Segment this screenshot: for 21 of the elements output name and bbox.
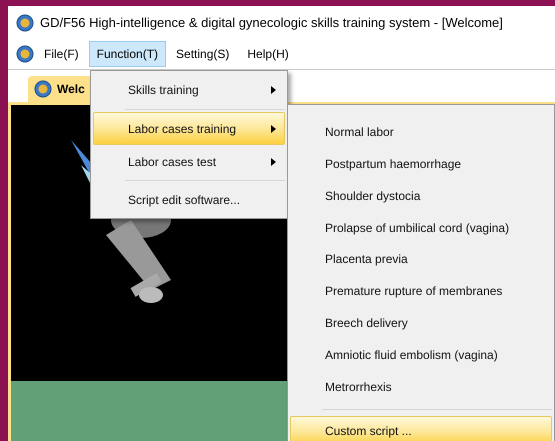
menu-item[interactable]: Shoulder dystocia xyxy=(290,180,552,212)
menu-bar-item[interactable]: Setting(S) xyxy=(168,41,238,68)
app-logo-icon xyxy=(34,80,52,98)
menu-item[interactable]: Labor cases test xyxy=(93,145,285,178)
window-title: GD/F56 High-intelligence & digital gynecologic skills training system - [Welcome] xyxy=(40,15,503,30)
menu-item[interactable]: Prolapse of umbilical cord (vagina) xyxy=(290,212,552,244)
menu-item[interactable]: Amniotic fluid embolism (vagina) xyxy=(290,339,552,372)
menu-item[interactable]: Custom script ... xyxy=(290,416,552,441)
menu-item[interactable]: Premature rupture of membranes xyxy=(290,275,552,308)
menu-bar-item[interactable]: File(F) xyxy=(36,41,87,68)
menu-item[interactable]: Placenta previa xyxy=(290,244,552,276)
menu-item[interactable]: Postpartum haemorrhage xyxy=(290,148,552,180)
menu-bar-item[interactable]: Function(T) xyxy=(88,41,166,68)
app-logo-icon xyxy=(16,14,34,32)
menu-item[interactable]: Breech delivery xyxy=(290,307,552,340)
menu-item[interactable]: Normal labor xyxy=(290,116,552,148)
app-logo-icon xyxy=(16,45,34,64)
menu-item[interactable]: Labor cases training xyxy=(93,112,285,145)
menu-bar-item[interactable]: Help(H) xyxy=(239,41,297,68)
menu-item[interactable]: Metrorrhexis xyxy=(290,371,552,404)
menu-item[interactable]: Script edit software... xyxy=(93,183,285,216)
